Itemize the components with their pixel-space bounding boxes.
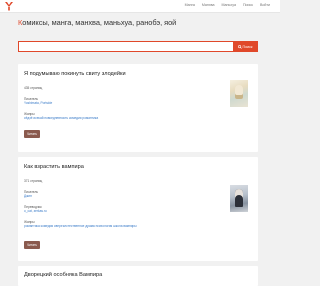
title-card: Я подумываю покинуть свиту злодейки 435 … (18, 64, 258, 152)
author-link[interactable]: Джин (24, 194, 32, 198)
cover-image[interactable] (230, 185, 248, 212)
nav-manhua[interactable]: Маньхуа (222, 3, 236, 8)
author-link[interactable]: Yoshimata, Portside (24, 101, 52, 105)
page-title-text: омиксы, манга, манхва, маньхуа, ранобэ, … (22, 18, 177, 27)
main-nav: Манга Манхва Маньхуа Поиск Войти (185, 3, 270, 8)
search-bar: Поиск (18, 41, 258, 52)
nav-search[interactable]: Поиск (243, 3, 253, 8)
nav-manga[interactable]: Манга (185, 3, 195, 8)
translator-link[interactable]: o_cat, zerkas.ru (24, 209, 47, 213)
top-bar: Манга Манхва Маньхуа Поиск Войти (0, 0, 280, 13)
search-icon (237, 44, 242, 49)
genres-links[interactable]: романтика комедия сверхъестественное дра… (24, 224, 137, 228)
card-title[interactable]: Как взрастить вампира (24, 164, 84, 170)
read-button[interactable]: Читать (24, 130, 40, 138)
nav-manhwa[interactable]: Манхва (202, 3, 215, 8)
nav-login[interactable]: Войти (260, 3, 270, 8)
title-card: Как взрастить вампира 371 страниц Писате… (18, 157, 258, 261)
search-button-label: Поиск (242, 44, 253, 49)
page-title: Комиксы, манга, манхва, маньхуа, ранобэ,… (18, 18, 176, 27)
title-card: Дворецкий особняка Вампира (18, 266, 258, 286)
site-logo-icon[interactable] (4, 1, 14, 11)
cover-image[interactable] (230, 80, 248, 107)
search-button[interactable]: Поиск (233, 42, 257, 51)
genres-links[interactable]: сёдзё исекай повседневность комедия рома… (24, 116, 98, 120)
card-pages: 371 страниц (24, 179, 43, 183)
card-title[interactable]: Дворецкий особняка Вампира (24, 272, 102, 278)
card-title[interactable]: Я подумываю покинуть свиту злодейки (24, 71, 126, 77)
search-input[interactable] (19, 42, 235, 51)
card-pages: 435 страниц (24, 86, 43, 90)
read-button[interactable]: Читать (24, 241, 40, 249)
